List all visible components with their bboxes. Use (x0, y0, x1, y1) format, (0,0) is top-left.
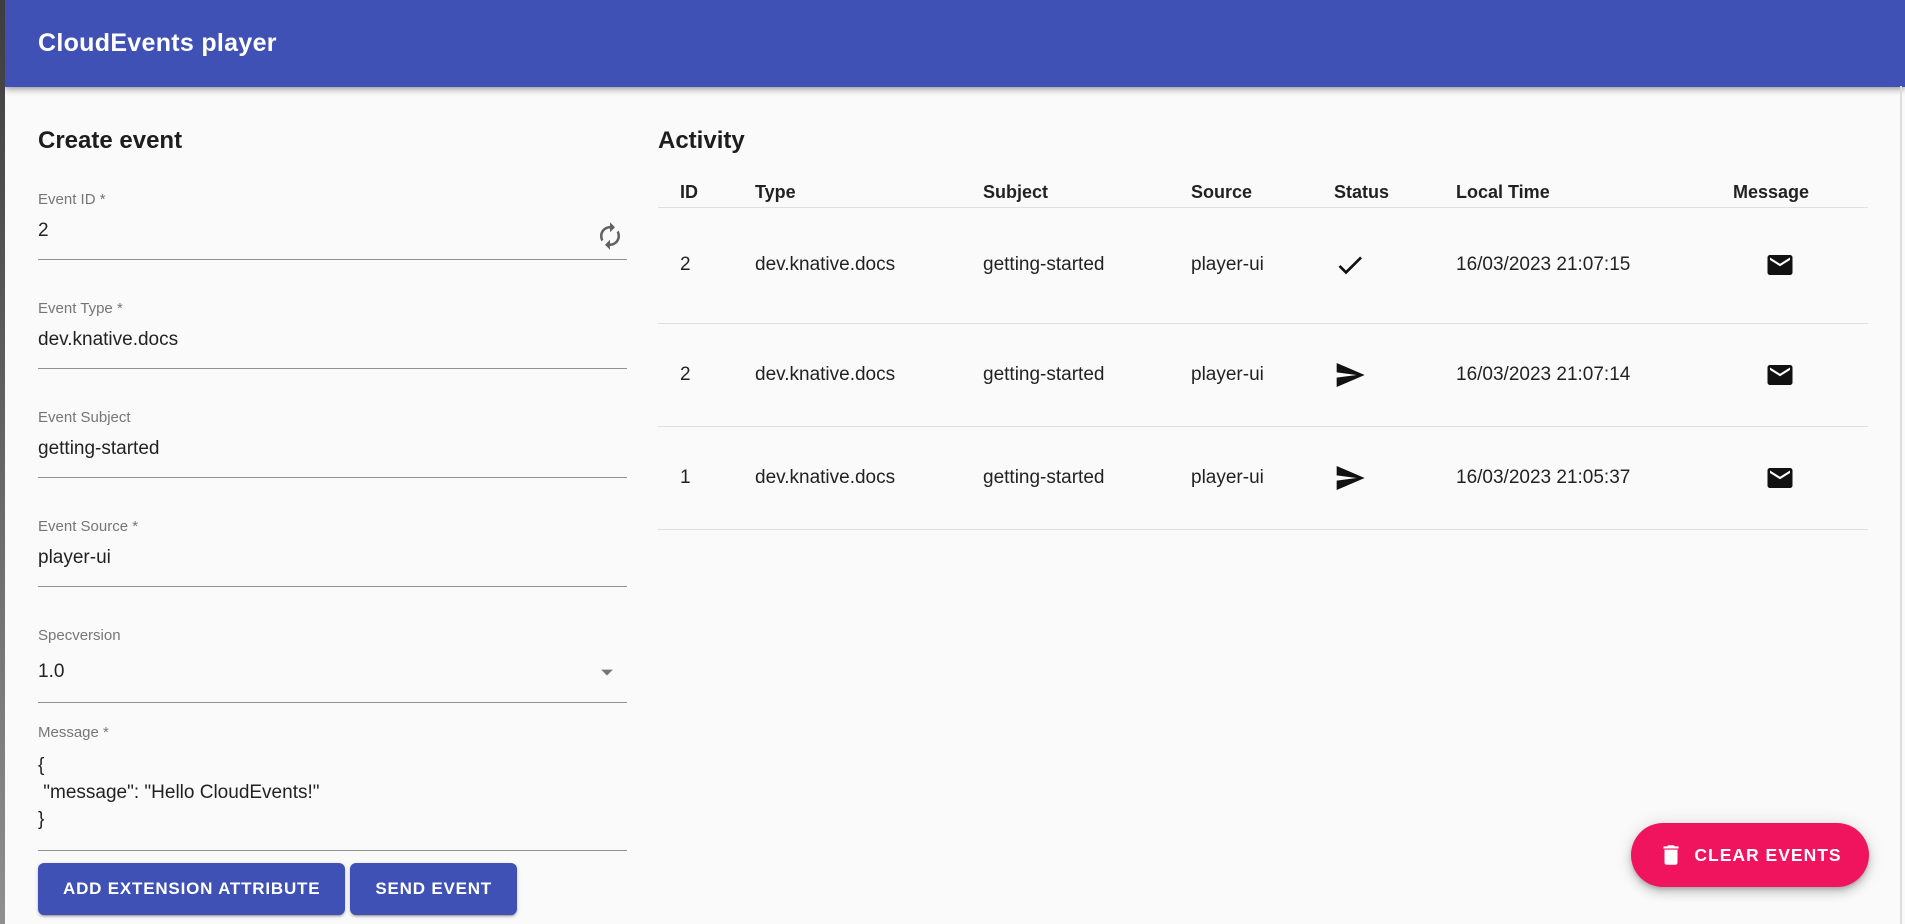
specversion-select[interactable]: 1.0 (38, 659, 627, 685)
col-source: Source (1191, 156, 1334, 207)
send-icon (1334, 462, 1456, 494)
send-icon (1334, 359, 1456, 391)
scrollbar-track-edge (1900, 86, 1902, 924)
cell-subject: getting-started (983, 426, 1191, 529)
col-type: Type (755, 156, 983, 207)
clear-events-label: CLEAR EVENTS (1694, 845, 1841, 866)
table-row: 1 dev.knative.docs getting-started playe… (658, 426, 1868, 529)
table-header-row: ID Type Subject Source Status Local Time… (658, 156, 1868, 207)
col-id: ID (658, 156, 755, 207)
clear-events-button[interactable]: CLEAR EVENTS (1631, 823, 1869, 887)
message-input[interactable]: { "message": "Hello CloudEvents!" } (38, 752, 627, 833)
cell-local-time: 16/03/2023 21:05:37 (1456, 426, 1733, 529)
table-row: 2 dev.knative.docs getting-started playe… (658, 323, 1868, 426)
event-id-label: Event ID * (38, 191, 627, 209)
cell-type: dev.knative.docs (755, 426, 983, 529)
cell-id: 2 (658, 207, 755, 323)
trash-icon (1658, 842, 1684, 868)
cell-local-time: 16/03/2023 21:07:14 (1456, 323, 1733, 426)
event-source-field: Event Source * (38, 518, 627, 587)
cell-subject: getting-started (983, 323, 1191, 426)
col-subject: Subject (983, 156, 1191, 207)
cell-type: dev.knative.docs (755, 323, 983, 426)
cell-source: player-ui (1191, 207, 1334, 323)
col-message: Message (1733, 156, 1868, 207)
event-type-label: Event Type * (38, 300, 627, 318)
event-source-label: Event Source * (38, 518, 627, 536)
table-row: 2 dev.knative.docs getting-started playe… (658, 207, 1868, 323)
add-extension-attribute-button[interactable]: ADD EXTENSION ATTRIBUTE (38, 863, 345, 915)
create-event-heading: Create event (38, 126, 627, 156)
autorenew-icon[interactable] (595, 221, 625, 251)
event-subject-label: Event Subject (38, 409, 627, 427)
specversion-label: Specversion (38, 627, 627, 645)
col-status: Status (1334, 156, 1456, 207)
cell-id: 1 (658, 426, 755, 529)
cell-local-time: 16/03/2023 21:07:15 (1456, 207, 1733, 323)
message-field: Message * { "message": "Hello CloudEvent… (38, 724, 627, 851)
activity-heading: Activity (658, 126, 1868, 156)
event-type-field: Event Type * (38, 300, 627, 369)
app-title: CloudEvents player (38, 29, 277, 58)
activity-table: ID Type Subject Source Status Local Time… (658, 156, 1868, 530)
event-subject-field: Event Subject (38, 409, 627, 478)
event-source-input[interactable] (38, 545, 627, 571)
cell-subject: getting-started (983, 207, 1191, 323)
window-left-edge (0, 0, 5, 924)
email-icon[interactable] (1765, 250, 1795, 280)
send-event-button[interactable]: SEND EVENT (350, 863, 517, 915)
event-id-input[interactable] (38, 218, 583, 244)
chevron-down-icon[interactable] (593, 658, 621, 686)
cell-source: player-ui (1191, 323, 1334, 426)
cell-id: 2 (658, 323, 755, 426)
col-local-time: Local Time (1456, 156, 1733, 207)
create-event-panel: Create event Event ID * Event Type * Eve… (38, 126, 627, 915)
event-id-field: Event ID * (38, 191, 627, 260)
message-label: Message * (38, 724, 627, 742)
check-icon (1334, 249, 1456, 281)
event-type-input[interactable] (38, 327, 627, 353)
email-icon[interactable] (1765, 360, 1795, 390)
activity-panel: Activity ID Type Subject Source Status L… (658, 126, 1868, 530)
app-bar: CloudEvents player (5, 0, 1905, 87)
cell-source: player-ui (1191, 426, 1334, 529)
email-icon[interactable] (1765, 463, 1795, 493)
event-subject-input[interactable] (38, 436, 627, 462)
specversion-field: Specversion 1.0 (38, 627, 627, 703)
form-actions: ADD EXTENSION ATTRIBUTE SEND EVENT (38, 863, 627, 915)
cell-type: dev.knative.docs (755, 207, 983, 323)
